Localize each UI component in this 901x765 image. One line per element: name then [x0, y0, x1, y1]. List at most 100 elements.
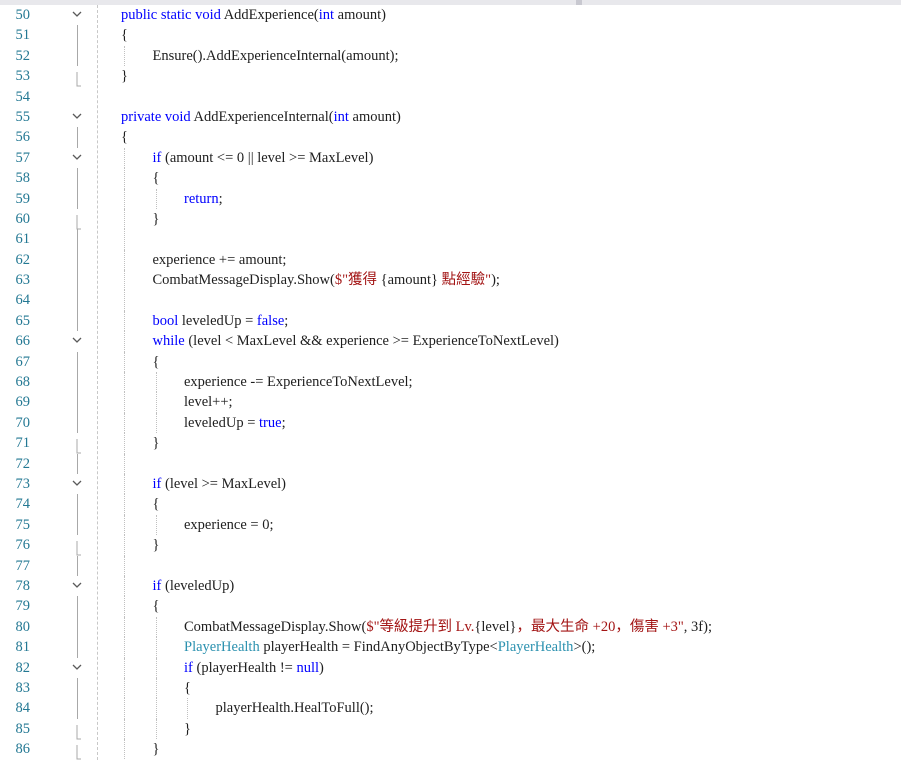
code-line[interactable]: 78 if (leveledUp) [0, 575, 901, 597]
line-number: 56 [15, 129, 31, 146]
code-text: PlayerHealth playerHealth = FindAnyObjec… [184, 637, 595, 657]
line-number: 66 [15, 333, 31, 350]
code-text: { [121, 25, 128, 45]
code-line[interactable]: 60} [0, 208, 901, 230]
code-line[interactable]: 77 [0, 555, 901, 576]
indent-guide [155, 637, 157, 658]
keyword-token: public [121, 7, 158, 23]
code-line[interactable]: 50 public static void AddExperience(int a… [0, 5, 901, 25]
fold-connector [77, 494, 78, 515]
keyword-token: static [160, 7, 192, 23]
fold-end-icon [72, 719, 84, 740]
code-line[interactable]: 56 { [0, 127, 901, 148]
line-number: 77 [15, 557, 31, 574]
code-token: playerHealth.HealToFull(); [215, 700, 374, 717]
code-line[interactable]: 64 [0, 290, 901, 311]
indent-guide [124, 473, 125, 495]
code-line[interactable]: 59 return; [0, 188, 901, 209]
code-line[interactable]: 62 experience += amount; [0, 249, 901, 271]
code-line[interactable]: 83 { [0, 677, 901, 699]
code-line[interactable]: 66 while (level < MaxLevel && experience … [0, 331, 901, 352]
fold-chevron-icon[interactable] [72, 576, 84, 596]
code-line[interactable]: 80 CombatMessageDisplay.Show($"等級提升到 Lv.{… [0, 616, 901, 638]
code-token: { [121, 129, 128, 146]
line-number: 61 [15, 231, 31, 248]
string-token: ，最大生命 +20，傷害 +3" [516, 618, 684, 635]
code-line[interactable]: 75 experience = 0; [0, 514, 901, 536]
code-line[interactable]: 84 playerHealth.HealToFull(); [0, 698, 901, 719]
code-line[interactable]: 81 PlayerHealth playerHealth = FindAnyObj… [0, 637, 901, 658]
code-line[interactable]: 58 { [0, 168, 901, 189]
indent-guide [124, 45, 125, 67]
line-number: 54 [15, 88, 31, 105]
code-line[interactable]: 51 { [0, 25, 901, 46]
code-line[interactable]: 55 private void AddExperienceInternal(int… [0, 107, 901, 127]
fold-chevron-icon[interactable] [72, 658, 84, 678]
code-text: Ensure().AddExperienceInternal(amount); [153, 46, 399, 66]
line-number: 72 [15, 455, 31, 472]
fold-chevron-icon[interactable] [72, 474, 84, 494]
code-line[interactable]: 70 leveledUp = true; [0, 412, 901, 434]
code-token: (leveledUp) [161, 577, 235, 594]
indent-guide [124, 596, 125, 617]
code-token: { [152, 353, 160, 370]
code-line[interactable]: 61 [0, 229, 901, 250]
indent-guide [124, 637, 125, 658]
code-line[interactable]: 86} [0, 739, 901, 760]
code-line[interactable]: 74 { [0, 494, 901, 515]
code-line[interactable]: 57 if (amount <= 0 || level >= MaxLevel) [0, 147, 901, 169]
code-line[interactable]: 85} [0, 718, 901, 740]
fold-chevron-icon[interactable] [72, 107, 84, 127]
code-line[interactable]: 65 bool leveledUp = false; [0, 310, 901, 332]
code-token: ; [284, 312, 289, 329]
code-token: leveledUp = [178, 312, 257, 329]
line-number: 55 [15, 108, 31, 125]
code-token: ; [218, 190, 223, 207]
line-number: 84 [15, 700, 31, 717]
line-number: 50 [15, 7, 31, 23]
code-line[interactable]: 68 experience -= ExperienceToNextLevel; [0, 372, 901, 393]
fold-chevron-icon[interactable] [72, 148, 84, 168]
indent-guide [124, 453, 125, 474]
fold-chevron-icon[interactable] [72, 5, 84, 25]
fold-chevron-icon[interactable] [72, 331, 84, 351]
indent-guide [124, 555, 125, 576]
indent-guide [187, 698, 188, 719]
code-editor[interactable]: 50 public static void AddExperience(int a… [0, 5, 901, 760]
code-line[interactable]: 71} [0, 433, 901, 454]
code-line[interactable]: 79 { [0, 596, 901, 617]
indent-guide [124, 575, 125, 597]
code-line[interactable]: 82 if (playerHealth != null) [0, 657, 901, 678]
code-line[interactable]: 72 [0, 453, 901, 474]
keyword-token: null [296, 659, 320, 676]
code-token: ; [281, 414, 286, 431]
code-text: private void AddExperienceInternal(int a… [121, 107, 401, 127]
indent-guide [155, 677, 157, 699]
code-line[interactable]: 73 if (level >= MaxLevel) [0, 473, 901, 495]
code-line[interactable]: 54 [0, 87, 901, 107]
line-number: 75 [15, 516, 31, 533]
indent-guide [124, 494, 125, 515]
fold-connector [77, 453, 78, 474]
code-text: CombatMessageDisplay.Show($"等級提升到 Lv.{le… [184, 617, 712, 637]
code-line[interactable]: 52 Ensure().AddExperienceInternal(amount)… [0, 45, 901, 67]
line-number: 73 [15, 475, 31, 492]
indent-guide [124, 188, 125, 209]
code-token: { [121, 27, 128, 44]
indent-guide [155, 188, 157, 209]
fold-connector [77, 270, 78, 291]
code-text: return; [184, 189, 223, 209]
code-line[interactable]: 53} [0, 66, 901, 87]
indent-guide [124, 147, 125, 169]
fold-connector [77, 249, 78, 271]
code-line[interactable]: 76} [0, 535, 901, 556]
code-line[interactable]: 63 CombatMessageDisplay.Show($"獲得 {amount… [0, 270, 901, 291]
code-line[interactable]: 69 level++; [0, 392, 901, 413]
string-token: 點經驗" [438, 272, 492, 289]
code-line[interactable]: 67 { [0, 351, 901, 373]
line-number: 71 [15, 435, 31, 452]
fold-end-icon [72, 739, 84, 760]
keyword-token: void [195, 7, 221, 23]
indent-guide [124, 331, 125, 352]
line-number: 78 [15, 577, 31, 594]
